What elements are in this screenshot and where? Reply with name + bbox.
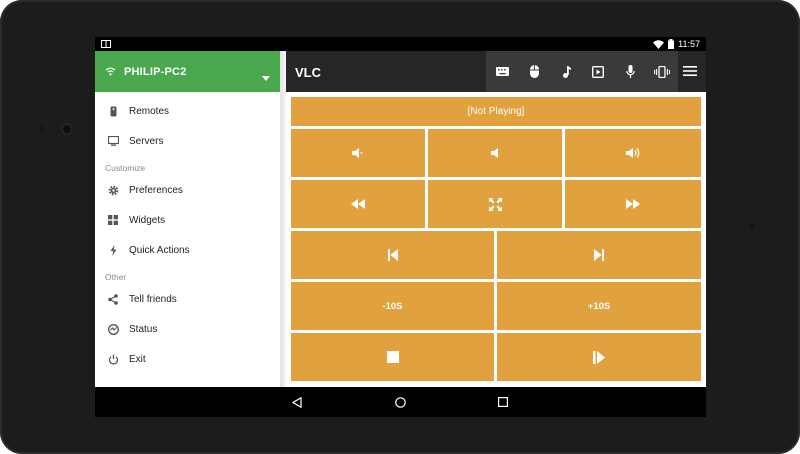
next-icon: [594, 249, 604, 261]
page-title: VLC: [295, 65, 321, 80]
music-button[interactable]: [556, 62, 576, 82]
volume-down-icon: [490, 148, 498, 158]
connection-selector[interactable]: PHILIP-PC2: [95, 51, 280, 92]
fullscreen-button[interactable]: [428, 180, 562, 228]
media-button[interactable]: [588, 62, 608, 82]
recents-icon: [498, 397, 508, 407]
play-pause-button[interactable]: [497, 333, 701, 381]
jump-forward-button[interactable]: +10S: [497, 282, 701, 330]
music-icon: [562, 65, 571, 78]
rewind-button[interactable]: [291, 180, 425, 228]
bolt-icon: [107, 244, 119, 256]
sidebar-item-label: Widgets: [129, 214, 166, 226]
sidebar-item-label: Quick Actions: [129, 244, 190, 256]
tablet-device: 11:57 PHILIP-PC2 Remotes Servers Customi…: [0, 0, 800, 454]
vibrate-button[interactable]: [652, 62, 672, 82]
volume-mute-icon: [352, 148, 363, 158]
stop-button[interactable]: [291, 333, 494, 381]
back-button[interactable]: [290, 395, 304, 409]
keyboard-button[interactable]: [492, 62, 512, 82]
sidebar-item-label: Exit: [129, 353, 146, 365]
sidebar-item-preferences[interactable]: Preferences: [95, 175, 280, 205]
sidebar-item-exit[interactable]: Exit: [95, 344, 280, 374]
section-header-customize: Customize: [105, 163, 146, 173]
volume-mute-button[interactable]: [291, 129, 425, 177]
jump-back-label: -10S: [382, 300, 403, 312]
sidebar-item-status[interactable]: Status: [95, 314, 280, 344]
screen: 11:57 PHILIP-PC2 Remotes Servers Customi…: [95, 37, 706, 417]
sensor-dot: [39, 126, 44, 131]
jump-back-button[interactable]: -10S: [291, 282, 494, 330]
volume-up-icon: [625, 148, 639, 158]
recents-button[interactable]: [496, 395, 510, 409]
microphone-icon: [625, 65, 635, 78]
sidebar-item-remotes[interactable]: Remotes: [95, 96, 280, 126]
jump-forward-label: +10S: [587, 300, 611, 312]
sidebar-item-quick-actions[interactable]: Quick Actions: [95, 235, 280, 265]
wifi-icon: [653, 39, 665, 49]
gear-icon: [107, 184, 119, 196]
keyboard-icon: [495, 67, 509, 76]
chevron-down-icon: [262, 68, 270, 86]
sidebar-item-servers[interactable]: Servers: [95, 126, 280, 156]
status-bar: 11:57: [95, 37, 706, 51]
overflow-menu-button[interactable]: [680, 61, 700, 81]
sidebar-item-label: Preferences: [129, 184, 183, 196]
power-icon: [107, 353, 119, 365]
stop-icon: [386, 351, 399, 363]
sidebar-item-label: Tell friends: [129, 293, 177, 305]
front-camera: [61, 123, 73, 135]
sidebar-item-widgets[interactable]: Widgets: [95, 205, 280, 235]
share-icon: [107, 293, 119, 305]
sidebar-item-label: Remotes: [129, 105, 170, 117]
now-playing-label: [Not Playing]: [467, 106, 525, 117]
home-icon: [394, 396, 406, 408]
fast-forward-icon: [626, 199, 640, 209]
clock: 11:57: [678, 39, 700, 49]
rewind-icon: [351, 199, 365, 209]
connection-name: PHILIP-PC2: [124, 65, 187, 78]
volume-up-button[interactable]: [565, 129, 701, 177]
remote-toolbar: [486, 51, 678, 92]
section-header-other: Other: [105, 272, 127, 282]
previous-track-button[interactable]: [291, 231, 494, 279]
monitor-icon: [107, 135, 119, 147]
wifi-icon: [105, 63, 116, 81]
sensor-dot-right: [749, 223, 755, 229]
play-pause-icon: [593, 350, 605, 364]
mouse-button[interactable]: [524, 62, 544, 82]
notification-icon: [101, 40, 111, 48]
previous-icon: [387, 249, 398, 261]
sidebar-item-label: Status: [129, 323, 158, 335]
microphone-button[interactable]: [620, 62, 640, 82]
menu-icon: [683, 66, 697, 76]
battery-icon: [668, 39, 675, 49]
fullscreen-icon: [488, 197, 502, 211]
status-icon: [107, 323, 119, 335]
app-bar: VLC: [286, 51, 706, 92]
vlc-remote-panel: [Not Playing] -10S +10S: [286, 92, 706, 387]
vibrate-icon: [654, 65, 670, 78]
volume-down-button[interactable]: [428, 129, 562, 177]
mouse-icon: [529, 65, 539, 78]
next-track-button[interactable]: [497, 231, 701, 279]
now-playing-status[interactable]: [Not Playing]: [291, 97, 701, 126]
sidebar-item-label: Servers: [129, 135, 164, 147]
play-box-icon: [592, 65, 604, 78]
remote-icon: [107, 105, 119, 117]
fast-forward-button[interactable]: [565, 180, 701, 228]
grid-icon: [107, 214, 119, 226]
navigation-drawer: PHILIP-PC2 Remotes Servers Customize Pre…: [95, 51, 283, 387]
system-navigation-bar: [95, 387, 706, 417]
sidebar-item-tell-friends[interactable]: Tell friends: [95, 284, 280, 314]
back-icon: [292, 396, 302, 408]
home-button[interactable]: [393, 395, 407, 409]
